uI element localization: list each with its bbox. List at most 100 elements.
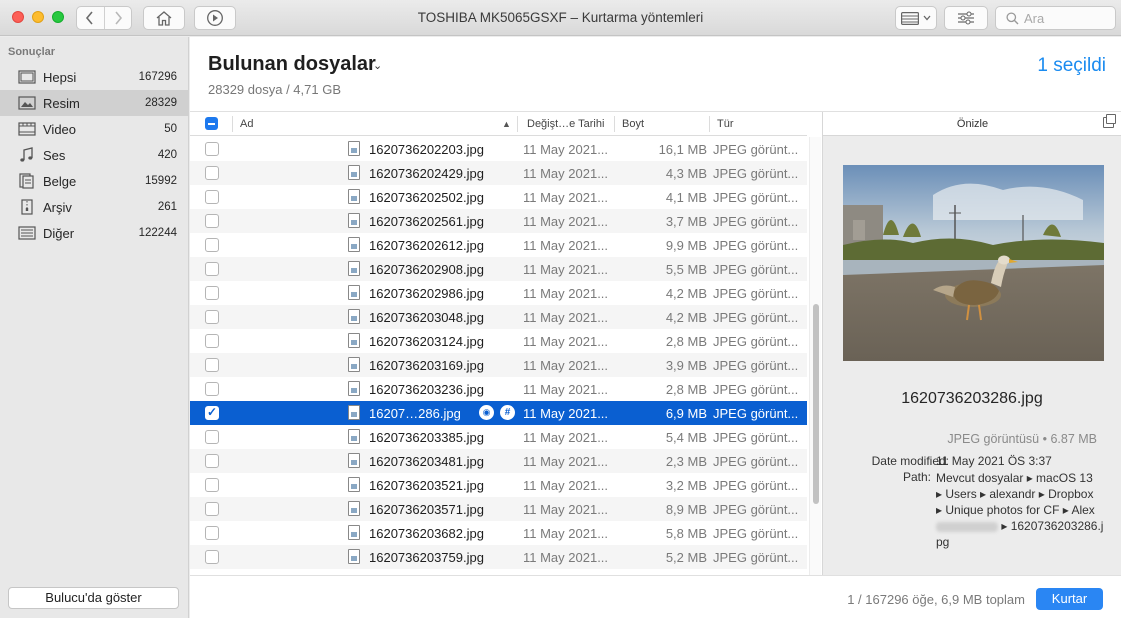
table-row[interactable]: 1620736202612.jpg 11 May 2021... 9,9 MB …	[190, 233, 807, 257]
row-checkbox[interactable]	[205, 382, 219, 396]
row-checkbox[interactable]	[205, 550, 219, 564]
view-mode-button[interactable]	[895, 6, 937, 30]
hash-icon[interactable]: #	[500, 405, 515, 420]
copy-icon[interactable]	[1103, 114, 1116, 128]
file-date: 11 May 2021...	[523, 214, 609, 229]
archive-icon	[21, 199, 33, 215]
file-type: JPEG görünt...	[713, 406, 799, 421]
table-row[interactable]: 1620736203521.jpg 11 May 2021... 3,2 MB …	[190, 473, 807, 497]
table-row[interactable]: 1620736203759.jpg 11 May 2021... 5,2 MB …	[190, 545, 807, 569]
image-file-icon	[348, 525, 360, 540]
sidebar-item-images[interactable]: Resim 28329	[0, 90, 189, 116]
row-checkbox[interactable]	[205, 286, 219, 300]
file-size: 4,3 MB	[665, 166, 707, 181]
page-subtitle: 28329 dosya / 4,71 GB	[208, 82, 341, 97]
row-checkbox[interactable]	[205, 526, 219, 540]
table-row[interactable]: 1620736203124.jpg 11 May 2021... 2,8 MB …	[190, 329, 807, 353]
file-name: 1620736203236.jpg	[369, 382, 484, 397]
sidebar-item-video[interactable]: Video 50	[0, 116, 189, 142]
row-checkbox[interactable]	[205, 166, 219, 180]
row-checkbox[interactable]	[205, 238, 219, 252]
sidebar-item-label: Diğer	[43, 226, 75, 241]
table-row[interactable]: 1620736202203.jpg 11 May 2021... 16,1 MB…	[190, 137, 807, 161]
file-type: JPEG görünt...	[713, 502, 799, 517]
sidebar-item-label: Belge	[43, 174, 77, 189]
eye-icon[interactable]: ◉	[479, 405, 494, 420]
column-header-date[interactable]: Değişt…e Tarihi	[527, 118, 604, 130]
sidebar-item-label: Resim	[43, 96, 80, 111]
column-separator	[709, 116, 710, 132]
chevron-down-icon[interactable]: ⌄	[373, 59, 382, 72]
table-row[interactable]: 1620736202429.jpg 11 May 2021... 4,3 MB …	[190, 161, 807, 185]
file-size: 5,5 MB	[665, 262, 707, 277]
sidebar-item-audio[interactable]: Ses 420	[0, 142, 189, 168]
table-row[interactable]: 1620736203169.jpg 11 May 2021... 3,9 MB …	[190, 353, 807, 377]
image-file-icon	[348, 477, 360, 492]
row-checkbox[interactable]	[205, 502, 219, 516]
title-bar: TOSHIBA MK5065GSXF – Kurtarma yöntemleri…	[0, 0, 1121, 36]
sidebar-item-label: Arşiv	[43, 200, 72, 215]
file-type: JPEG görünt...	[713, 286, 799, 301]
table-row[interactable]: 1620736202561.jpg 11 May 2021... 3,7 MB …	[190, 209, 807, 233]
select-all-checkbox[interactable]	[205, 117, 218, 130]
sidebar-item-archives[interactable]: Arşiv 261	[0, 194, 189, 220]
table-row[interactable]: 1620736202986.jpg 11 May 2021... 4,2 MB …	[190, 281, 807, 305]
table-row[interactable]: 1620736203236.jpg 11 May 2021... 2,8 MB …	[190, 377, 807, 401]
row-checkbox[interactable]	[205, 454, 219, 468]
row-checkbox[interactable]	[205, 214, 219, 228]
table-row-selected[interactable]: 16207…286.jpg ◉ # 11 May 2021... 6,9 MB …	[190, 401, 807, 425]
path-value[interactable]: Mevcut dosyalar ▸ macOS 13 ▸ Users ▸ ale…	[936, 470, 1106, 550]
row-checkbox[interactable]	[205, 262, 219, 276]
file-name: 16207…286.jpg	[369, 406, 461, 421]
date-modified-value: 11 May 2021 ÖS 3:37	[936, 454, 1052, 468]
sidebar-item-other[interactable]: Diğer 122244	[0, 220, 189, 246]
preview-image[interactable]	[843, 165, 1104, 361]
file-type: JPEG görünt...	[713, 526, 799, 541]
column-header-size[interactable]: Boyt	[622, 118, 644, 130]
sidebar-item-count: 15992	[145, 175, 177, 187]
file-name: 1620736202561.jpg	[369, 214, 484, 229]
table-row[interactable]: 1620736203385.jpg 11 May 2021... 5,4 MB …	[190, 425, 807, 449]
column-header-type[interactable]: Tür	[717, 118, 734, 130]
table-row[interactable]: 1620736203048.jpg 11 May 2021... 4,2 MB …	[190, 305, 807, 329]
column-header-name[interactable]: Ad	[240, 118, 253, 130]
row-checkbox[interactable]	[205, 405, 219, 420]
table-row[interactable]: 1620736203571.jpg 11 May 2021... 8,9 MB …	[190, 497, 807, 521]
vertical-scrollbar[interactable]	[809, 137, 821, 575]
image-file-icon	[348, 549, 360, 564]
sidebar-item-label: Hepsi	[43, 70, 77, 85]
image-icon	[18, 96, 36, 110]
other-icon	[18, 226, 36, 240]
row-checkbox[interactable]	[205, 310, 219, 324]
show-in-finder-button[interactable]: Bulucu'da göster	[8, 587, 179, 609]
file-date: 11 May 2021...	[523, 406, 609, 421]
row-checkbox[interactable]	[205, 190, 219, 204]
table-row[interactable]: 1620736202502.jpg 11 May 2021... 4,1 MB …	[190, 185, 807, 209]
table-row[interactable]: 1620736203682.jpg 11 May 2021... 5,8 MB …	[190, 521, 807, 545]
image-file-icon	[348, 261, 360, 276]
row-checkbox[interactable]	[205, 430, 219, 444]
row-checkbox[interactable]	[205, 334, 219, 348]
column-separator	[614, 116, 615, 132]
recover-button[interactable]: Kurtar	[1036, 588, 1103, 610]
search-field[interactable]: Ara	[995, 6, 1116, 30]
preview-filename: 1620736203286.jpg	[901, 390, 1043, 407]
column-separator	[232, 116, 233, 132]
filter-button[interactable]	[944, 6, 988, 30]
table-row[interactable]: 1620736202908.jpg 11 May 2021... 5,5 MB …	[190, 257, 807, 281]
row-checkbox[interactable]	[205, 478, 219, 492]
preview-title: Önizle	[956, 118, 989, 130]
sidebar-item-documents[interactable]: Belge 15992	[0, 168, 189, 194]
file-date: 11 May 2021...	[523, 262, 609, 277]
row-checkbox[interactable]	[205, 142, 219, 156]
scrollbar-thumb[interactable]	[813, 304, 819, 504]
row-checkbox[interactable]	[205, 358, 219, 372]
sidebar-item-all[interactable]: Hepsi 167296	[0, 64, 189, 90]
file-size: 3,7 MB	[665, 214, 707, 229]
file-size: 2,8 MB	[665, 382, 707, 397]
file-date: 11 May 2021...	[523, 190, 609, 205]
file-date: 11 May 2021...	[523, 478, 609, 493]
table-row[interactable]: 1620736203481.jpg 11 May 2021... 2,3 MB …	[190, 449, 807, 473]
file-date: 11 May 2021...	[523, 142, 609, 157]
page-title[interactable]: Bulunan dosyalar	[208, 53, 376, 76]
